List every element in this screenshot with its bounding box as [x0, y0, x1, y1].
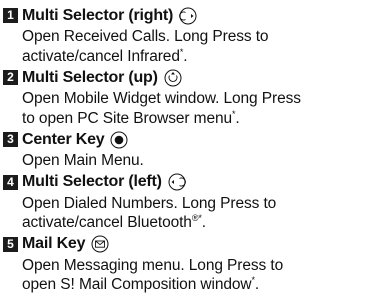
item-description: Open Dialed Numbers. Long Press to activ…	[3, 194, 373, 233]
item-description: Open Mobile Widget window. Long Press to…	[3, 89, 373, 128]
item-number-badge: 3	[3, 132, 18, 147]
mail-key-icon	[91, 235, 109, 253]
item-description: Open Received Calls. Long Press to activ…	[3, 27, 373, 66]
description-end: .	[235, 109, 240, 127]
item-multi-selector-left: 4 Multi Selector (left) Open Dialed Numb…	[3, 171, 373, 233]
footnote-mark: ®*	[191, 213, 202, 223]
item-title-row: 4 Multi Selector (left)	[3, 171, 373, 194]
description-line: Open Messaging menu. Long Press to	[22, 256, 284, 274]
item-title-row: 3 Center Key	[3, 128, 373, 151]
multi-selector-up-icon	[164, 69, 182, 86]
multi-selector-right-icon	[179, 7, 197, 24]
description-line: to open PC Site Browser menu	[22, 109, 232, 127]
item-title: Multi Selector (up)	[22, 68, 158, 86]
description-end: .	[201, 214, 206, 231]
item-description: Open Messaging menu. Long Press to open …	[3, 256, 373, 295]
description-end: .	[254, 276, 260, 293]
item-title: Multi Selector (right)	[22, 6, 174, 24]
item-multi-selector-up: 2 Multi Selector (up) Open Mobile Widget…	[3, 66, 373, 128]
item-mail-key: 5 Mail Key Open Messaging menu. Long Pre…	[3, 233, 373, 295]
item-center-key: 3 Center Key Open Main Menu.	[3, 128, 373, 171]
manual-page: 1 Multi Selector (right) Open Received C…	[0, 0, 373, 308]
item-description: Open Main Menu.	[3, 151, 373, 171]
item-number-badge: 4	[3, 174, 18, 190]
item-title: Mail Key	[22, 235, 86, 252]
item-title-row: 1 Multi Selector (right)	[3, 4, 373, 27]
item-multi-selector-right: 1 Multi Selector (right) Open Received C…	[3, 4, 373, 66]
description-line: activate/cancel Bluetooth	[22, 214, 192, 231]
multi-selector-left-icon	[168, 173, 186, 191]
item-number-badge: 1	[3, 8, 18, 23]
description-line: Open Received Calls. Long Press to	[22, 28, 269, 45]
item-number-badge: 2	[3, 70, 18, 85]
center-key-icon	[110, 131, 128, 148]
item-title-row: 5 Mail Key	[3, 233, 373, 256]
description-line: Open Mobile Widget window. Long Press	[22, 90, 301, 107]
item-title-row: 2 Multi Selector (up)	[3, 66, 373, 89]
item-title: Multi Selector (left)	[22, 173, 162, 190]
description-line: Open Main Menu.	[22, 152, 144, 169]
description-line: activate/cancel Infrared	[22, 47, 180, 65]
description-end: .	[183, 47, 188, 65]
item-number-badge: 5	[3, 236, 18, 252]
description-line: Open Dialed Numbers. Long Press to	[22, 194, 277, 212]
description-line: open S! Mail Composition window	[22, 276, 252, 293]
item-title: Center Key	[22, 130, 105, 148]
